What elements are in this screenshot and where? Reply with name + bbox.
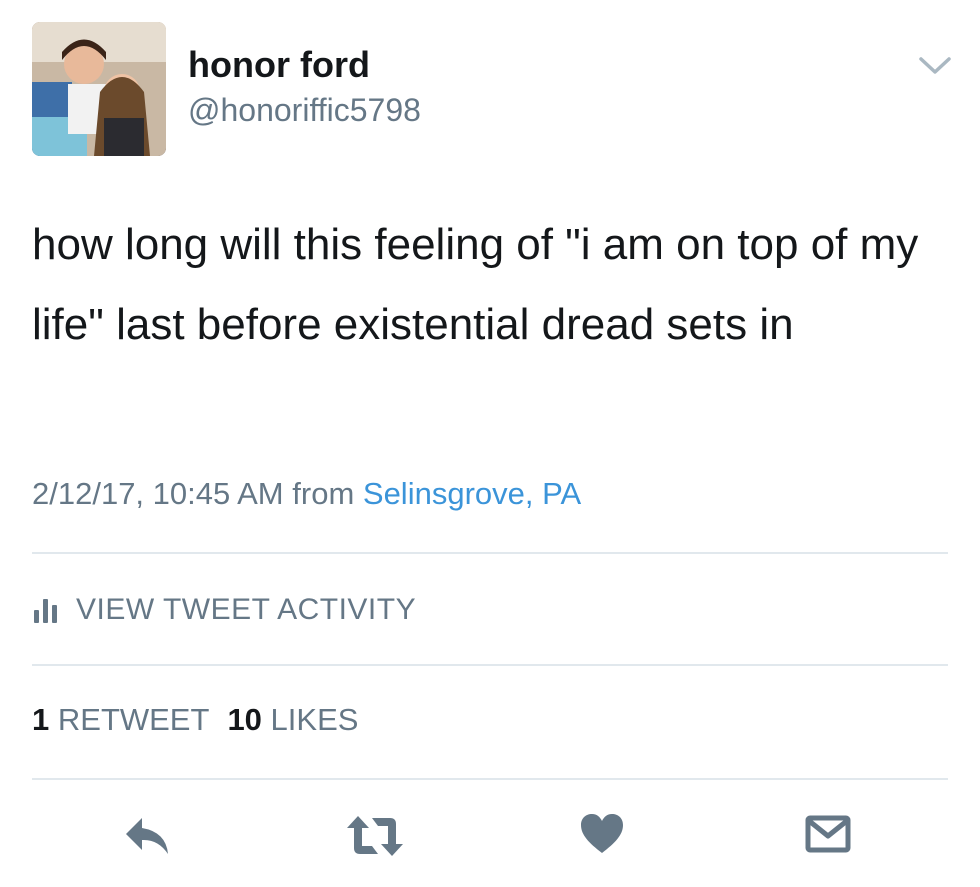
likes-label: LIKES (270, 702, 359, 737)
from-label: from (292, 476, 355, 511)
avatar-photo (32, 22, 166, 156)
envelope-icon[interactable] (804, 812, 852, 856)
divider (32, 778, 948, 780)
divider (32, 664, 948, 666)
tweet-meta: 2/12/17, 10:45 AM from Selinsgrove, PA (32, 476, 581, 512)
avatar[interactable] (32, 22, 166, 156)
user-name[interactable]: honor ford (188, 44, 370, 86)
view-tweet-activity-label: VIEW TWEET ACTIVITY (76, 593, 417, 626)
tweet-location[interactable]: Selinsgrove, PA (363, 476, 581, 511)
retweets-label: RETWEET (57, 702, 210, 737)
likes-stat[interactable]: 10 LIKES (227, 702, 358, 737)
tweet-stats: 1 RETWEET 10 LIKES (32, 702, 358, 738)
heart-icon[interactable] (579, 812, 625, 856)
view-tweet-activity-button[interactable]: VIEW TWEET ACTIVITY (32, 590, 416, 630)
retweets-stat[interactable]: 1 RETWEET (32, 702, 209, 737)
retweets-count: 1 (32, 702, 50, 737)
user-handle[interactable]: @honoriffic5798 (188, 92, 421, 129)
tweet-text: how long will this feeling of "i am on t… (32, 220, 919, 349)
chevron-down-icon[interactable] (917, 55, 953, 77)
tweet-timestamp[interactable]: 2/12/17, 10:45 AM (32, 476, 284, 511)
bar-chart-icon (34, 599, 57, 623)
likes-count: 10 (227, 702, 262, 737)
retweet-icon[interactable] (344, 812, 406, 860)
divider (32, 552, 948, 554)
reply-icon[interactable] (122, 812, 174, 860)
